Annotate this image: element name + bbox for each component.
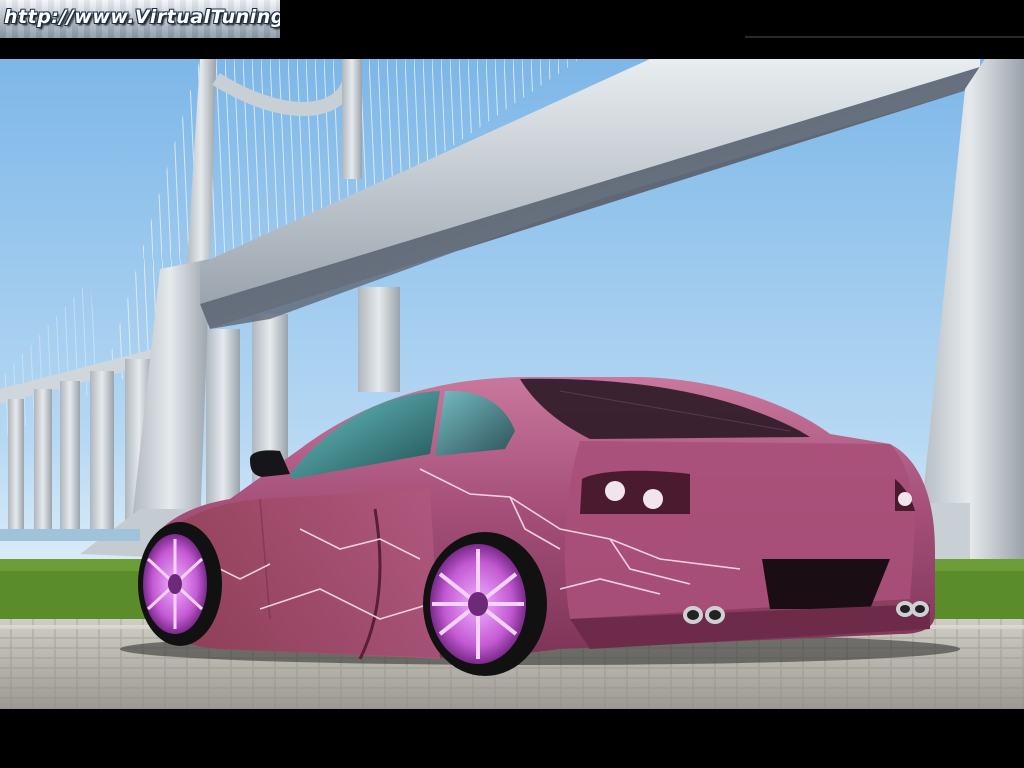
license-plate-recess — [762, 559, 890, 609]
image-frame: http://www.VirtualTuning.IT — [0, 0, 1024, 768]
water — [0, 529, 140, 541]
photo-scene — [0, 59, 1024, 709]
front-wheel — [138, 522, 222, 646]
rear-wheel — [423, 532, 547, 676]
watermark-text: http://www.VirtualTuning.IT — [4, 6, 280, 28]
tail-light-left — [580, 470, 690, 514]
top-divider — [745, 36, 1024, 38]
watermark-banner: http://www.VirtualTuning.IT — [0, 0, 280, 38]
car-photo — [0, 59, 1024, 709]
